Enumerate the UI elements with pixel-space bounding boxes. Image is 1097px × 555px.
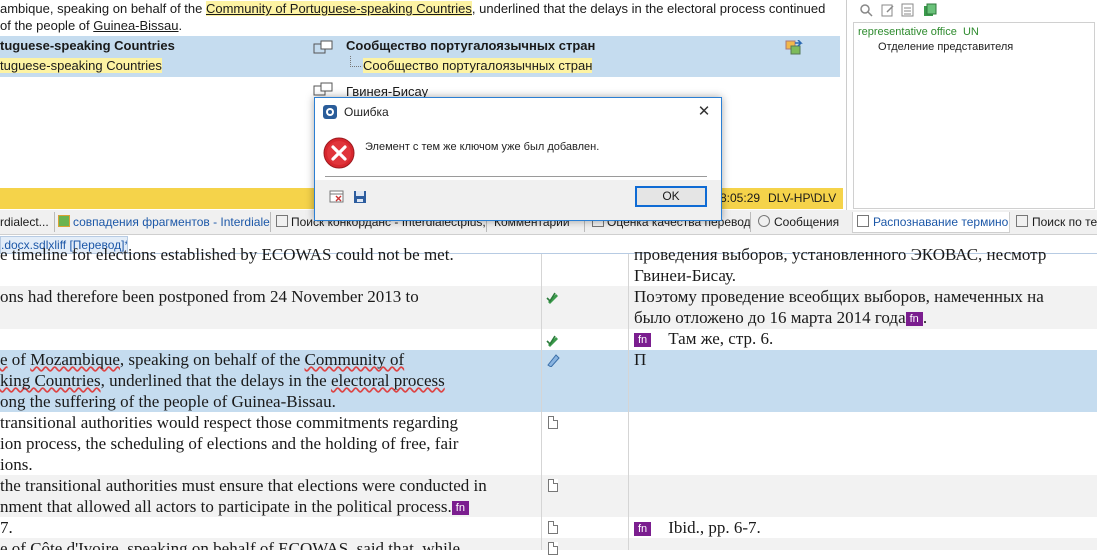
not-translated-icon-3 [548, 521, 558, 534]
term-search-tab-icon [1016, 215, 1028, 227]
footnote-tag-target[interactable]: fn [905, 312, 923, 327]
term-tab-icon [857, 215, 869, 227]
segment-source-row0[interactable]: e timeline for elections established by … [0, 244, 540, 265]
dialog-body: Элемент с тем же ключом уже был добавлен… [315, 126, 721, 180]
tab-term-recognition[interactable]: Распознавание терминов [852, 212, 1010, 233]
close-icon[interactable]: ✕ [693, 102, 715, 122]
segment-source-row5[interactable]: the transitional authorities must ensure… [0, 475, 540, 517]
term-en[interactable]: representative office UN [858, 26, 979, 38]
concordance-hit-selected[interactable]: tuguese-speaking Countries tuguese-speak… [0, 36, 840, 77]
concordance-link[interactable]: Guinea-Bissau [93, 18, 178, 33]
segment-target-row2[interactable]: fn Там же, стр. 6. [634, 328, 1097, 349]
termbase-search-icon[interactable] [859, 3, 873, 17]
messages-tab-icon [758, 215, 770, 227]
segment-source-row7[interactable]: e of Côte d'Ivoire, speaking on behalf o… [0, 538, 540, 550]
term-ru[interactable]: Отделение представителя [878, 41, 1013, 53]
segment-target-row6[interactable]: fn Ibid., pp. 6-7. [634, 517, 1097, 538]
not-translated-icon-4 [548, 542, 558, 555]
segment-source-row1[interactable]: ons had therefore been postponed from 24… [0, 286, 540, 328]
tab-icon [58, 215, 70, 227]
tab-translation-memory[interactable]: rdialect... [0, 212, 55, 232]
segment-source-row6[interactable]: 7. [0, 517, 540, 538]
tab-term-search[interactable]: Поиск по тер [1012, 212, 1097, 232]
hit-source-sub: tuguese-speaking Countries [0, 58, 162, 73]
dialog-divider [325, 176, 707, 177]
error-dialog: Ошибка ✕ Элемент с тем же ключом уже был… [314, 97, 722, 221]
not-translated-icon-2 [548, 479, 558, 492]
app-icon [323, 105, 337, 119]
ok-button[interactable]: OK [635, 186, 707, 207]
col-sep-2 [628, 254, 629, 550]
termbase-toolbar [857, 2, 947, 20]
translation-unit-icon-2 [313, 82, 333, 96]
dialog-titlebar[interactable]: Ошибка ✕ [315, 98, 721, 126]
concordance-source-context: ambique, speaking on behalf of the Commu… [0, 1, 826, 33]
status-time: 8:05:29 [720, 191, 761, 205]
termbase-pane: representative office UN Отделение предс… [846, 0, 1097, 210]
apply-translation-icon[interactable] [785, 39, 803, 56]
col-sep-1 [541, 254, 542, 550]
concordance-tab-icon [276, 215, 288, 227]
dialog-footer: OK [315, 180, 721, 220]
translation-unit-icon [313, 40, 333, 54]
status-user: DLV-HP\DLV [768, 191, 837, 205]
dialog-title: Ошибка [344, 105, 389, 119]
segment-source-row3[interactable]: e of Mozambique, speaking on behalf of t… [0, 349, 540, 412]
termbase-list-icon[interactable] [901, 3, 915, 17]
hit-target-sub: Сообщество португалоязычных стран [363, 58, 593, 73]
dialog-message: Элемент с тем же ключом уже был добавлен… [365, 141, 600, 153]
termbase-add-icon[interactable] [923, 3, 937, 17]
segment-target-row0[interactable]: проведения выборов, установленного ЭКОВА… [634, 244, 1097, 286]
draft-status-icon [546, 352, 560, 368]
translated-status-icon [546, 289, 560, 304]
termbase-results: representative office UN Отделение предс… [853, 22, 1095, 209]
error-icon [323, 137, 355, 169]
hit-target-bold: Сообщество португалоязычных стран [346, 38, 596, 53]
segment-source-row4[interactable]: transitional authorities would respect t… [0, 412, 540, 475]
footnote-tag-row2[interactable]: fn [634, 333, 652, 348]
segment-target-row3[interactable]: П [634, 349, 1097, 370]
save-icon[interactable] [353, 190, 367, 204]
not-translated-icon [548, 416, 558, 429]
tab-fragment-matches[interactable]: совпадения фрагментов - Interdiale... [56, 212, 271, 232]
concordance-highlight: Community of Portuguese-speaking Countri… [205, 1, 472, 16]
tab-messages[interactable]: Сообщения [756, 212, 846, 232]
footnote-tag-row6[interactable]: fn [634, 522, 652, 537]
footnote-tag-row5[interactable]: fn [451, 501, 469, 516]
segment-target-row1[interactable]: Поэтому проведение всеобщих выборов, нам… [634, 286, 1097, 328]
details-icon[interactable] [329, 190, 345, 204]
translated-status-icon-2 [546, 332, 560, 347]
tree-line [350, 56, 361, 67]
termbase-edit-icon[interactable] [881, 3, 895, 17]
hit-source-bold: tuguese-speaking Countries [0, 38, 175, 53]
